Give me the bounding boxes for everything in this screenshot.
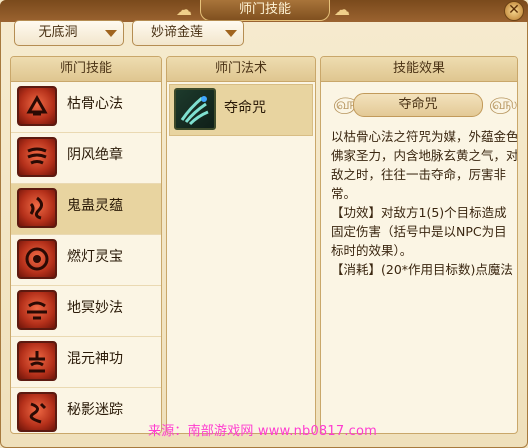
underworld-icon: [17, 290, 57, 330]
skill-item-miying[interactable]: 秘影迷踪: [11, 388, 161, 433]
skill-item-kugu[interactable]: 枯骨心法: [11, 82, 161, 133]
skill-item-guigu[interactable]: 鬼蛊灵蕴: [11, 184, 161, 235]
skill-item-randeng[interactable]: 燃灯灵宝: [11, 235, 161, 286]
title-bar: ☁ 师门技能 ☁ ✕: [0, 0, 528, 22]
effect-description-text: 以枯骨心法之符咒为媒，外蕴金色佛家圣力，内含地脉玄黄之气，对敌之时，往往一击夺命…: [331, 129, 518, 201]
swirl-ornament-icon: ௵: [489, 94, 518, 113]
chevron-down-icon: [225, 30, 237, 37]
watermark: 来源：南部游戏网 www.nb0817.com: [148, 424, 378, 439]
skill-label: 秘影迷踪: [67, 402, 123, 418]
wind-scroll-icon: [17, 137, 57, 177]
skill-label: 枯骨心法: [67, 96, 123, 112]
spell-label: 夺命咒: [224, 100, 266, 116]
location-dropdown-value: 无底洞: [38, 25, 78, 40]
skill-item-hunyuan[interactable]: 混元神功: [11, 337, 161, 388]
skill-label: 燃灯灵宝: [67, 249, 123, 265]
effect-spell-name: 夺命咒: [353, 93, 483, 117]
effect-effect-line: 【功效】对敌方1(5)个目标造成固定伤害（括号中是以NPC为目标时的效果）。: [331, 205, 507, 258]
skill-label: 阴风绝章: [67, 147, 123, 163]
skills-panel-header: 师门技能: [11, 57, 161, 82]
skill-label: 鬼蛊灵蕴: [67, 198, 123, 214]
lamp-treasure-icon: [17, 239, 57, 279]
effect-cost-line: 【消耗】(20*作用目标数)点魔法: [331, 262, 513, 277]
spell-item-duoming[interactable]: 夺命咒: [169, 84, 313, 136]
skill-label: 地冥妙法: [67, 300, 123, 316]
skill-label: 混元神功: [67, 351, 123, 367]
skill-item-diming[interactable]: 地冥妙法: [11, 286, 161, 337]
effect-panel-header: 技能效果: [321, 57, 517, 82]
cloud-ornament-icon: ☁: [176, 0, 192, 19]
location-dropdown[interactable]: 无底洞: [14, 20, 124, 46]
ghost-gu-icon: [17, 188, 57, 228]
effect-panel: 技能效果 ௵ 夺命咒 ௵ 以枯骨心法之符咒为媒，外蕴金色佛家圣力，内含地脉玄黄之…: [320, 56, 518, 434]
close-button[interactable]: ✕: [504, 1, 524, 21]
skill-item-yinfeng[interactable]: 阴风绝章: [11, 133, 161, 184]
faction-dropdown-value: 妙谛金莲: [150, 25, 203, 40]
window-title: 师门技能: [200, 0, 330, 21]
skills-panel: 师门技能 枯骨心法 阴风绝章 鬼蛊灵蕴 燃灯灵宝 地冥妙法 混元神功 秘影迷踪: [10, 56, 162, 434]
spells-panel: 师门法术 夺命咒: [166, 56, 316, 434]
shadow-trace-icon: [17, 392, 57, 432]
chevron-down-icon: [105, 30, 117, 37]
faction-dropdown[interactable]: 妙谛金莲: [132, 20, 244, 46]
skull-bones-icon: [17, 86, 57, 126]
cloud-ornament-icon: ☁: [334, 0, 350, 19]
effect-description: 以枯骨心法之符咒为媒，外蕴金色佛家圣力，内含地脉玄黄之气，对敌之时，往往一击夺命…: [331, 127, 518, 279]
claw-spell-icon: [174, 88, 216, 130]
chaos-power-icon: [17, 341, 57, 381]
spells-panel-header: 师门法术: [167, 57, 315, 82]
